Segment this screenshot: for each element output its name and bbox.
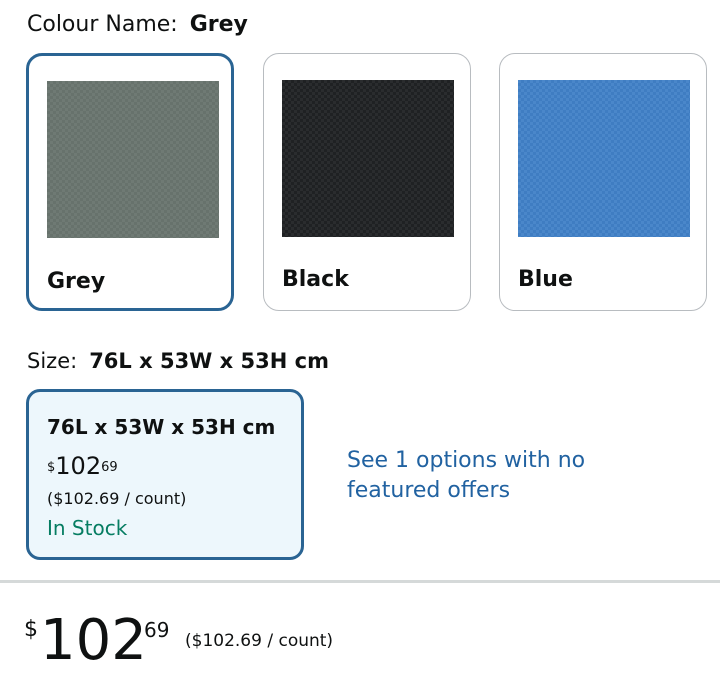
price-currency-symbol: $ [47, 460, 56, 475]
black-fabric-swatch-image [282, 80, 454, 237]
blue-fabric-swatch-image [518, 80, 690, 237]
size-option-card[interactable]: 76L x 53W x 53H cm $10269 ($102.69 / cou… [26, 389, 304, 560]
colour-swatch-black[interactable]: Black [263, 53, 471, 311]
see-options-link[interactable]: See 1 options with no featured offers [347, 446, 647, 506]
product-variation-panel: Colour Name: Grey Grey Black Blue Size: … [0, 0, 720, 678]
size-option-price: $10269 [47, 452, 118, 480]
price-bar-currency-symbol: $ [24, 617, 38, 642]
price-bar-fraction: 69 [144, 618, 170, 642]
swatch-label-blue: Blue [518, 267, 573, 292]
colour-swatch-blue[interactable]: Blue [499, 53, 707, 311]
swatch-label-black: Black [282, 267, 349, 292]
grey-fabric-swatch-image [47, 81, 219, 238]
price-bar-unit-price: ($102.69 / count) [185, 631, 334, 651]
size-value: 76L x 53W x 53H cm [89, 349, 329, 373]
colour-name-label: Colour Name: [27, 12, 178, 37]
size-option-title: 76L x 53W x 53H cm [47, 415, 276, 439]
stock-status: In Stock [47, 516, 128, 540]
price-fraction: 69 [101, 460, 118, 475]
colour-swatch-grey[interactable]: Grey [26, 53, 234, 311]
colour-name-value: Grey [189, 12, 248, 37]
size-header: Size: 76L x 53W x 53H cm [27, 346, 329, 376]
colour-name-header: Colour Name: Grey [27, 10, 248, 40]
section-divider [0, 580, 720, 583]
price-bar-whole: 102 [40, 608, 147, 673]
size-label: Size: [27, 349, 78, 373]
price-whole: 102 [55, 452, 102, 480]
size-option-unit-price: ($102.69 / count) [47, 489, 187, 508]
swatch-label-grey: Grey [47, 269, 106, 294]
